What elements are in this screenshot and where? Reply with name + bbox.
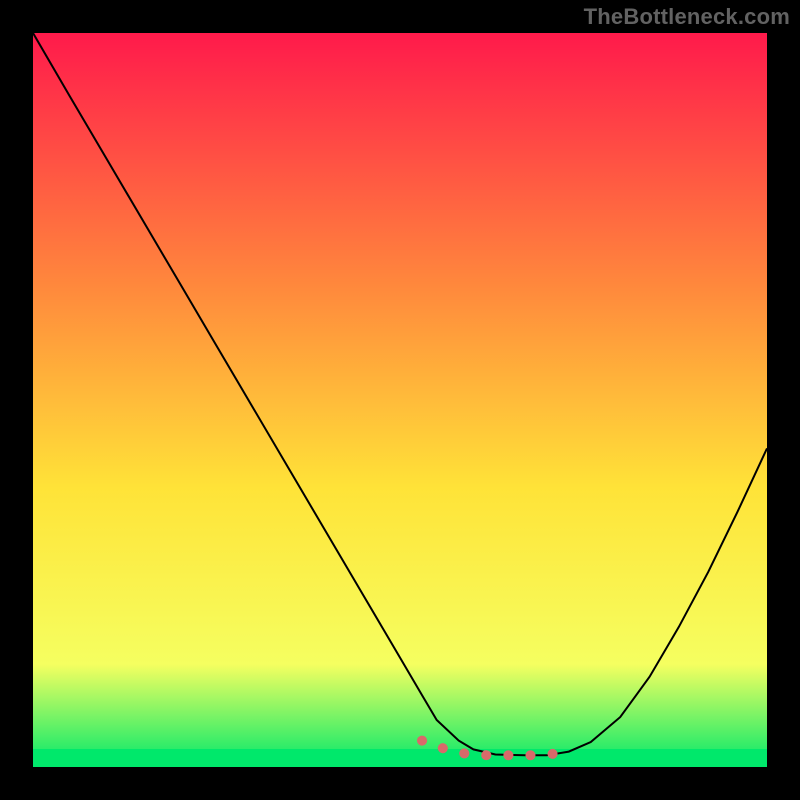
- chart-plot-area: [33, 33, 767, 767]
- chart-bottom-band: [33, 749, 767, 767]
- chart-container: TheBottleneck.com: [0, 0, 800, 800]
- chart-svg: [33, 33, 767, 767]
- watermark-text: TheBottleneck.com: [584, 4, 790, 30]
